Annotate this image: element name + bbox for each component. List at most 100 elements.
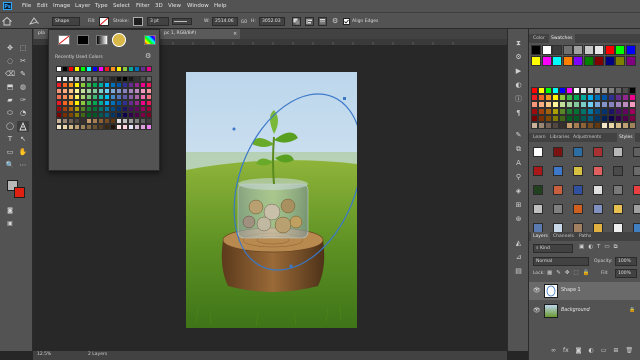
swatch[interactable] [552,55,562,66]
swatch[interactable] [587,115,594,122]
swatch[interactable] [559,87,566,94]
type-tool-icon[interactable]: T [4,134,16,145]
height-field[interactable]: 3052.03 [259,17,285,26]
marquee-tool-icon[interactable]: ◌ [4,56,16,67]
style-tile[interactable] [553,204,563,214]
tab-styles[interactable]: Styles [617,133,635,142]
swatch[interactable] [615,55,625,66]
swatch[interactable] [545,94,552,101]
swatch[interactable] [531,45,541,55]
swatch[interactable] [580,108,587,115]
info-panel-icon[interactable]: ⓘ [508,93,529,105]
swatch[interactable] [594,55,604,66]
eyedropper-tool-icon[interactable]: ✎ [17,69,29,80]
swatch[interactable] [601,87,608,94]
style-tile[interactable] [613,147,623,157]
swatch[interactable] [622,94,629,101]
hand-tool-icon[interactable]: ✋ [17,147,29,158]
swatch[interactable] [541,45,552,55]
swatch[interactable] [552,87,559,94]
pixel-filter-icon[interactable]: ▣ [579,244,584,251]
swatch[interactable] [615,115,622,122]
no-color-button[interactable] [58,35,70,45]
swatch[interactable] [531,87,538,94]
measurement-panel-icon[interactable]: ⊿ [508,251,529,263]
swatch[interactable] [608,101,615,108]
menu-filter[interactable]: Filter [136,0,150,12]
tab-color[interactable]: Color [531,34,547,43]
path-selection-tool-icon[interactable]: ↖ [17,134,29,145]
clone-source-panel-icon[interactable]: ⧉ [508,143,529,155]
swatch[interactable] [559,122,566,129]
swatch[interactable] [587,87,594,94]
layer-filter-select[interactable]: ⌕ Kind [533,244,573,253]
3d-panel-icon[interactable]: ◭ [508,237,529,249]
swatch[interactable] [594,87,601,94]
swatch[interactable] [615,101,622,108]
swatch[interactable] [580,122,587,129]
swatch[interactable] [587,101,594,108]
swatch[interactable] [629,101,636,108]
smart-object-filter-icon[interactable]: ⧉ [614,244,618,251]
navigator-panel-icon[interactable]: ◈ [508,185,529,197]
swatch[interactable] [587,94,594,101]
clone-stamp-tool-icon[interactable]: ▰ [4,95,16,106]
swatch[interactable] [531,115,538,122]
menu-edit[interactable]: Edit [37,0,48,12]
swatch[interactable] [545,108,552,115]
swatch[interactable] [625,45,636,55]
tab-learn[interactable]: Learn [531,133,548,142]
opacity-field[interactable]: 100% [615,257,637,266]
type-filter-icon[interactable]: T [597,244,600,251]
brush-tool-icon[interactable]: ◍ [17,82,29,93]
swatch[interactable] [615,94,622,101]
timeline-panel-icon[interactable]: ⊞ [508,199,529,211]
layer-style-icon[interactable]: fx [563,347,569,354]
properties-panel-icon[interactable]: ⚙ [508,51,529,63]
style-tile[interactable] [593,185,603,195]
swatch[interactable] [622,115,629,122]
history-panel-icon[interactable]: ⧗ [508,37,529,49]
notes-panel-icon[interactable]: ⊛ [508,213,529,225]
swatch[interactable] [608,87,615,94]
style-tile[interactable] [553,166,563,176]
lock-all-icon[interactable]: 🔒 [583,269,590,278]
tab-libraries[interactable]: Libraries [548,133,571,142]
stroke-swatch[interactable] [133,17,143,26]
new-adjustment-icon[interactable]: ◐ [589,347,594,354]
move-tool-icon[interactable]: ✥ [4,43,16,54]
layer-row-background[interactable]: 👁 Background 🔒 [529,302,640,320]
style-tile[interactable] [533,185,543,195]
menu-view[interactable]: View [168,0,181,12]
swatch[interactable] [538,94,545,101]
swatch[interactable] [545,101,552,108]
swatch[interactable] [559,94,566,101]
swatch[interactable] [566,101,573,108]
swatch[interactable] [573,108,580,115]
swatch[interactable] [573,101,580,108]
swatch[interactable] [573,115,580,122]
paragraph-panel-icon[interactable]: ¶ [508,107,529,119]
lock-pixels-icon[interactable]: ✎ [556,269,561,278]
swatch[interactable] [601,108,608,115]
swatch[interactable] [580,94,587,101]
swatch[interactable] [566,108,573,115]
swatch[interactable] [573,87,580,94]
history-brush-tool-icon[interactable]: ✑ [17,95,29,106]
actions-panel-icon[interactable]: ▶ [508,65,529,77]
swatch[interactable] [629,108,636,115]
zoom-level[interactable]: 12.5% [37,352,51,357]
swatch[interactable] [629,94,636,101]
eraser-tool-icon[interactable]: ⬭ [4,108,16,119]
stroke-type-select[interactable] [172,18,192,25]
swatch[interactable] [552,94,559,101]
swatch[interactable] [538,108,545,115]
path-operations-icon[interactable] [292,17,301,26]
swatch[interactable] [562,45,573,55]
swatch[interactable] [615,45,625,55]
quick-mask-icon[interactable]: ◙ [4,205,16,216]
home-icon[interactable] [1,16,13,26]
swatch[interactable] [531,101,538,108]
swatch[interactable] [608,108,615,115]
menu-window[interactable]: Window [187,0,209,12]
